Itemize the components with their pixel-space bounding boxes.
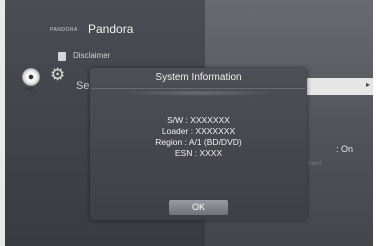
document-icon — [58, 52, 66, 61]
ok-button[interactable]: OK — [169, 200, 228, 215]
disc-type-label: DVD — [25, 86, 34, 91]
menu-item-settings[interactable]: Se — [76, 80, 89, 92]
gear-icon[interactable]: ⚙ — [50, 66, 65, 83]
frame-edge-right — [373, 0, 377, 246]
region-code: Region : A/1 (BD/DVD) — [155, 137, 242, 147]
dialog-glow — [120, 90, 277, 96]
software-version: S/W : XXXXXXX — [167, 115, 230, 125]
dialog-separator — [92, 88, 305, 89]
faint-label: ment — [308, 161, 322, 167]
setting-value: : On — [336, 144, 354, 154]
disc-icon — [22, 68, 40, 86]
arrow-right-icon: ▸ — [366, 80, 371, 89]
esn-number: ESN : XXXX — [174, 148, 223, 158]
tv-screen: PANDORA Pandora Disclaimer DVD ⚙ Se ▸ : … — [0, 0, 377, 246]
menu-item-pandora[interactable]: Pandora — [88, 22, 133, 36]
loader-version: Loader : XXXXXXX — [161, 126, 236, 136]
brand-logo-small: PANDORA — [50, 27, 78, 33]
system-information-dialog: System Information S/W : XXXXXXX Loader … — [90, 68, 307, 220]
dialog-title: System Information — [155, 72, 242, 83]
menu-item-disclaimer[interactable]: Disclaimer — [73, 51, 110, 60]
selected-setting-row[interactable] — [300, 78, 373, 95]
